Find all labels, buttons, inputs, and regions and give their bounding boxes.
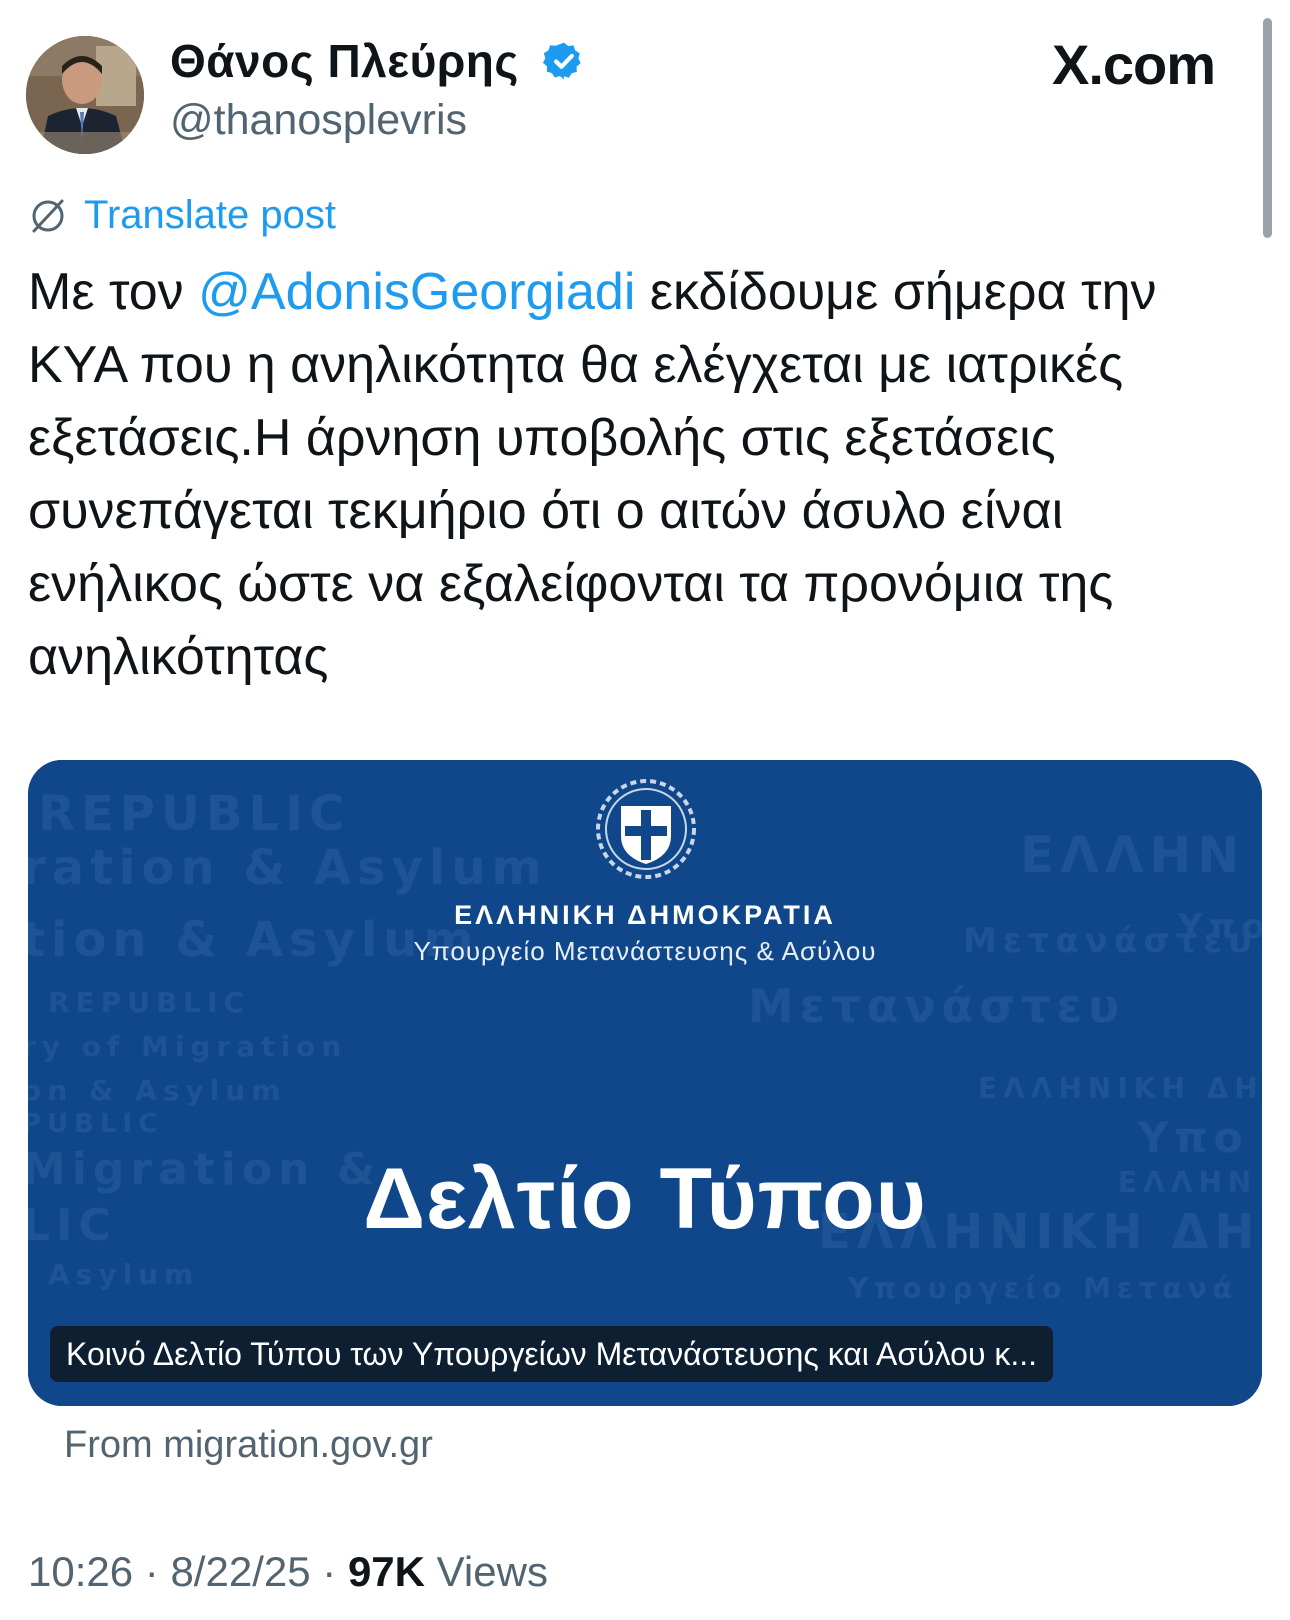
translate-post-link[interactable]: Translate post	[28, 190, 336, 240]
card-watermark-text: on & Asylum	[28, 1074, 286, 1107]
link-preview-card[interactable]: REPUBLIC ration & Asylum tion & Asylum REPU…	[28, 760, 1262, 1406]
greek-republic-emblem-icon	[596, 779, 696, 879]
views-count: 97K	[347, 1548, 425, 1595]
card-watermark-text: ΕΛΛΗΝ	[1020, 826, 1245, 884]
card-watermark-text: Μετανάστευ	[748, 979, 1125, 1033]
site-logo: X.com	[1052, 33, 1216, 96]
card-watermark-text: Υπουργείο Μετανά	[847, 1272, 1238, 1305]
separator: ·	[144, 1548, 159, 1595]
verified-badge-icon	[543, 42, 581, 80]
translate-post-label: Translate post	[84, 192, 336, 237]
tweet-text: Με τον @AdonisGeorgiadi εκδίδουμε σήμερα…	[28, 256, 1258, 694]
tweet-meta: 10:26 · 8/22/25 · 97K Views	[28, 1548, 548, 1596]
author-handle[interactable]: @thanosplevris	[170, 96, 467, 145]
card-watermark-text: PUBLIC	[28, 1109, 163, 1139]
author-display-name[interactable]: Θάνος Πλεύρης	[170, 34, 519, 88]
tweet-date[interactable]: 8/22/25	[170, 1548, 310, 1595]
link-source[interactable]: From migration.gov.gr	[64, 1424, 433, 1467]
card-watermark-text: ration & Asylum	[28, 840, 548, 896]
views-label: Views	[436, 1548, 548, 1595]
mention-link[interactable]: @AdonisGeorgiadi	[198, 263, 635, 321]
card-watermark-text: ry of Migration	[28, 1030, 347, 1063]
scrollbar[interactable]	[1263, 18, 1272, 238]
avatar[interactable]	[26, 36, 144, 154]
card-watermark-text: REPUBLIC	[48, 986, 250, 1019]
card-watermark-text: Asylum	[48, 1258, 199, 1291]
tweet-time[interactable]: 10:26	[28, 1548, 133, 1595]
tweet-text-body: εκδίδουμε σήμερα την ΚΥΑ που η ανηλικότη…	[28, 263, 1157, 686]
card-title: Δελτίο Τύπου	[363, 1151, 927, 1247]
tweet-text-intro: Με τον	[28, 263, 199, 321]
card-org-label: ΕΛΛΗΝΙΚΗ ΔΗΜΟΚΡΑΤΙΑ	[454, 900, 836, 930]
card-watermark-text: REPUBLIC	[38, 786, 350, 842]
separator: ·	[322, 1548, 337, 1595]
card-ministry-label: Υπουργείο Μετανάστευσης & Ασύλου	[413, 936, 877, 966]
translate-icon	[32, 199, 64, 233]
card-watermark-text: ΕΛΛΗΝΙΚΗ ΔΗΜ	[978, 1072, 1262, 1105]
card-caption[interactable]: Κοινό Δελτίο Τύπου των Υπουργείων Μετανά…	[50, 1326, 1053, 1382]
